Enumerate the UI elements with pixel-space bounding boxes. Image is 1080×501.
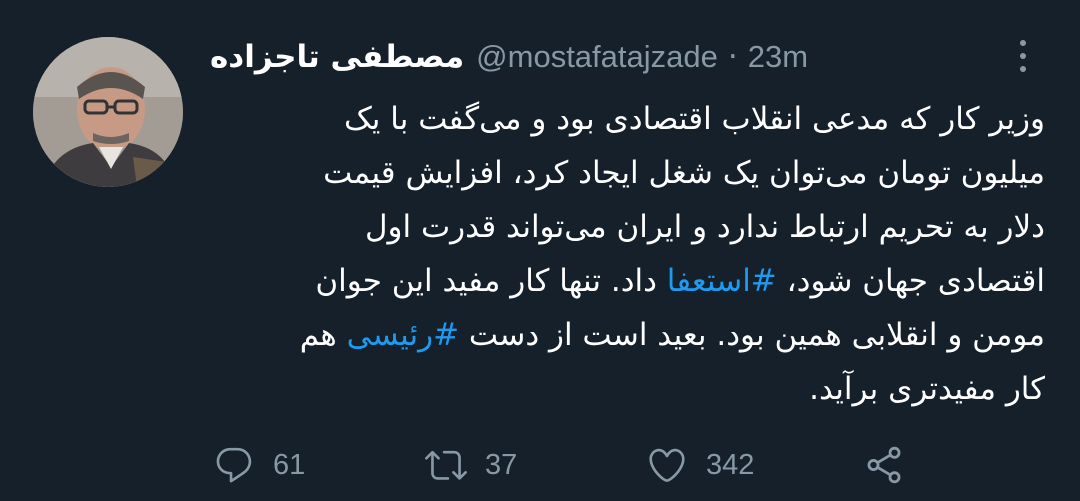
- tweet-text-segment: میلیون تومان می‌توان یک شغل ایجاد کرد، ا…: [323, 155, 1045, 191]
- tweet-text-segment: اقتصادی جهان شود،: [776, 263, 1045, 299]
- author-handle[interactable]: @mostafatajzade: [476, 39, 718, 75]
- retweet-count: 37: [485, 448, 518, 481]
- heart-icon: [649, 448, 685, 482]
- tweet-text-segment: دلار به تحریم ارتباط ندارد و ایران می‌تو…: [364, 209, 1045, 245]
- share-button[interactable]: [863, 440, 905, 490]
- tweet-line: اقتصادی جهان شود، #استعفا داد. تنها کار …: [205, 254, 1045, 308]
- author-name[interactable]: مصطفی تاجزاده: [210, 39, 464, 75]
- tweet-text-segment: هم: [299, 317, 347, 353]
- tweet-text-segment: داد. تنها کار مفید این جوان: [315, 263, 667, 299]
- tweet-text: وزیر کار که مدعی انقلاب اقتصادی بود و می…: [205, 92, 1045, 416]
- tweet-line: وزیر کار که مدعی انقلاب اقتصادی بود و می…: [205, 92, 1045, 146]
- tweet-line: دلار به تحریم ارتباط ندارد و ایران می‌تو…: [205, 200, 1045, 254]
- hashtag-link[interactable]: #رئیسی: [347, 317, 459, 353]
- separator: ·: [727, 39, 738, 75]
- tweet-text-segment: مومن و انقلابی همین بود. بعید است از دست: [459, 317, 1045, 353]
- tweet-line: مومن و انقلابی همین بود. بعید است از دست…: [205, 308, 1045, 362]
- reply-icon: [216, 447, 252, 483]
- tweet-text-segment: کار مفیدتری برآید.: [809, 371, 1045, 407]
- avatar-photo: [33, 37, 183, 187]
- action-bar: 61 37 342: [213, 440, 933, 490]
- like-button[interactable]: 342: [646, 440, 754, 490]
- tweet-line: کار مفیدتری برآید.: [205, 362, 1045, 416]
- reply-button[interactable]: 61: [213, 440, 305, 490]
- retweet-button[interactable]: 37: [425, 440, 517, 490]
- like-count: 342: [706, 448, 755, 481]
- tweet-line: میلیون تومان می‌توان یک شغل ایجاد کرد، ا…: [205, 146, 1045, 200]
- tweet-text-segment: وزیر کار که مدعی انقلاب اقتصادی بود و می…: [344, 101, 1045, 137]
- tweet-header: مصطفی تاجزاده @mostafatajzade · 23m: [210, 32, 1000, 82]
- hashtag-link[interactable]: #استعفا: [667, 263, 777, 299]
- timestamp[interactable]: 23m: [748, 39, 808, 75]
- more-vertical-icon[interactable]: [1010, 36, 1036, 76]
- avatar[interactable]: [33, 37, 183, 187]
- share-icon: [867, 446, 901, 484]
- reply-count: 61: [273, 448, 306, 481]
- retweet-icon: [425, 450, 467, 480]
